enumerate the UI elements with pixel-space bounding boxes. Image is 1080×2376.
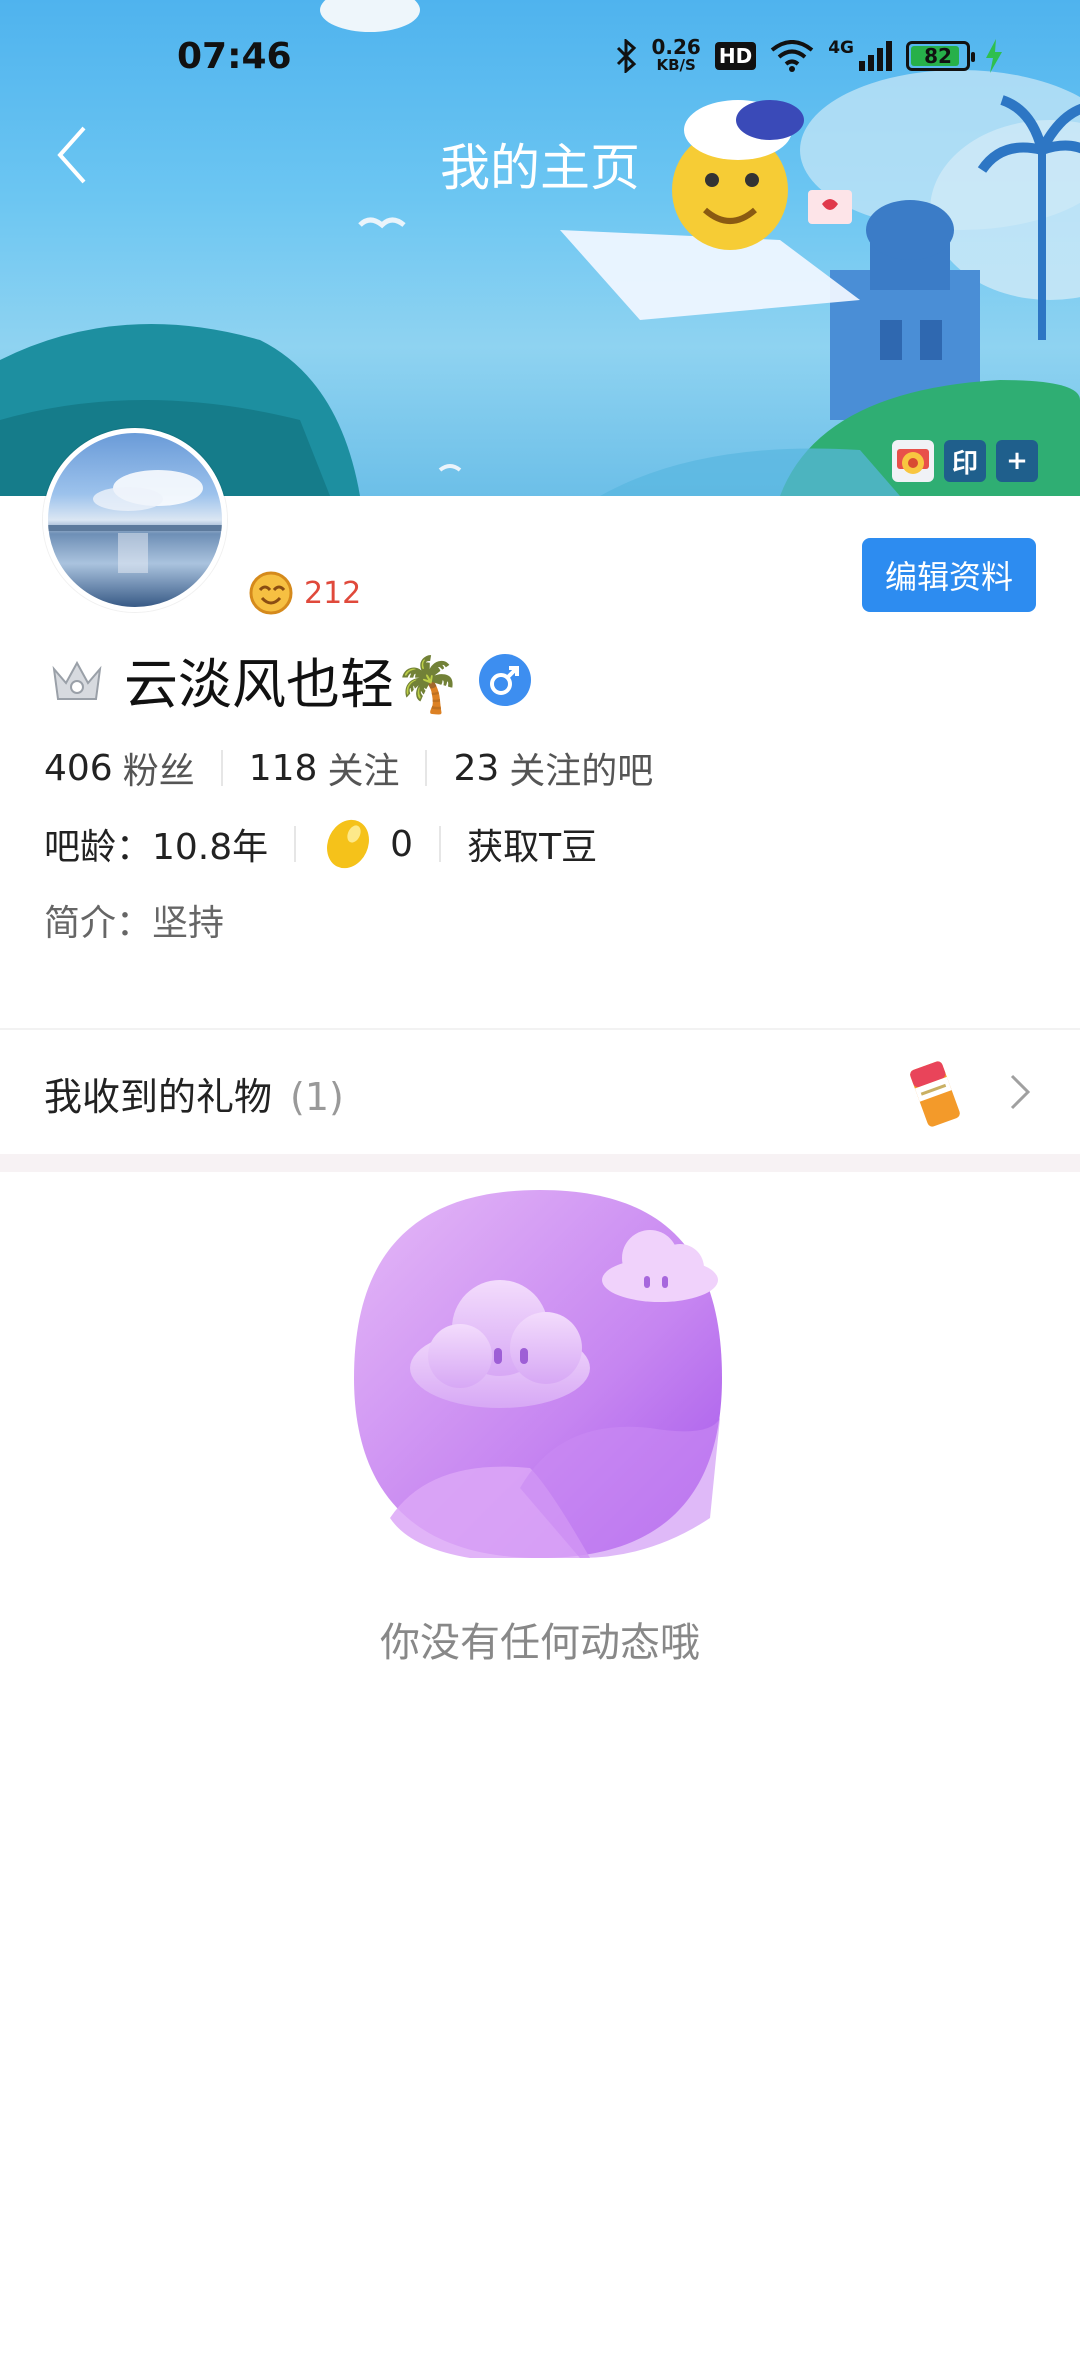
followed-bars-stat[interactable]: 23 关注的吧	[453, 742, 653, 794]
level-face-icon	[249, 571, 293, 615]
divider	[425, 750, 428, 786]
network-speed: 0.26 KB/S	[651, 35, 701, 74]
avatar-image	[48, 470, 222, 573]
edit-profile-button[interactable]: 编辑资料	[862, 538, 1036, 612]
get-tdou-link[interactable]: 获取T豆	[467, 818, 597, 870]
eraser-gift-icon	[910, 1061, 960, 1127]
header-badge-group: 印 +	[892, 440, 1038, 482]
header-banner: 07:46 0.26 KB/S HD 4G 82 我的主页 印 +	[0, 0, 1080, 496]
divider	[439, 826, 442, 862]
profile-page: 07:46 0.26 KB/S HD 4G 82 我的主页 印 + 212 编辑…	[0, 0, 1080, 2376]
gifts-label: 我收到的礼物 (1)	[44, 1075, 344, 1119]
divider	[220, 750, 223, 786]
tdou-balance[interactable]: 0	[322, 816, 413, 872]
male-symbol-icon	[490, 665, 520, 695]
bean-icon	[327, 819, 370, 869]
medal-badge-icon[interactable]	[892, 440, 934, 482]
signal-icon	[859, 41, 892, 71]
level-badge[interactable]: 212	[248, 570, 361, 616]
tdou-count: 0	[390, 823, 414, 865]
add-badge-button[interactable]: +	[996, 440, 1038, 482]
battery-icon: 82	[906, 41, 975, 71]
info-row: 吧龄：10.8年 0 获取T豆	[44, 816, 597, 872]
medal-icon	[897, 449, 929, 474]
seal-badge[interactable]: 印	[944, 440, 986, 482]
chevron-right-icon	[1010, 1074, 1031, 1110]
stats-row: 406 粉丝 118 关注 23 关注的吧	[44, 742, 653, 794]
level-number: 212	[304, 575, 362, 611]
following-stat[interactable]: 118 关注	[249, 742, 400, 794]
section-divider	[0, 1154, 1080, 1172]
username-row: 云淡风也轻🌴	[48, 640, 532, 719]
clock: 07:46	[177, 36, 292, 77]
status-icons: 0.26 KB/S HD 4G 82	[614, 35, 1005, 74]
charging-icon	[986, 39, 1002, 73]
crown-icon[interactable]	[48, 651, 106, 709]
followers-stat[interactable]: 406 粉丝	[44, 742, 195, 794]
bar-age: 吧龄：10.8年	[44, 827, 269, 868]
empty-cloud-illustration	[354, 1190, 722, 1558]
status-bar: 07:46 0.26 KB/S HD 4G 82	[0, 0, 1080, 120]
gifts-count: (1)	[290, 1075, 344, 1119]
received-gifts-row[interactable]: 我收到的礼物 (1)	[0, 1030, 1080, 1154]
username: 云淡风也轻🌴	[124, 653, 462, 716]
cell-type: 4G	[828, 38, 854, 58]
empty-state-message: 你没有任何动态哦	[380, 1620, 700, 1666]
bluetooth-icon	[616, 39, 636, 73]
wifi-icon	[770, 40, 814, 72]
avatar[interactable]	[43, 428, 227, 612]
page-title: 我的主页	[440, 139, 640, 197]
bio: 简介：坚持	[44, 903, 225, 944]
divider	[294, 826, 297, 862]
male-gender-icon	[479, 653, 532, 706]
hd-badge: HD	[714, 42, 757, 70]
